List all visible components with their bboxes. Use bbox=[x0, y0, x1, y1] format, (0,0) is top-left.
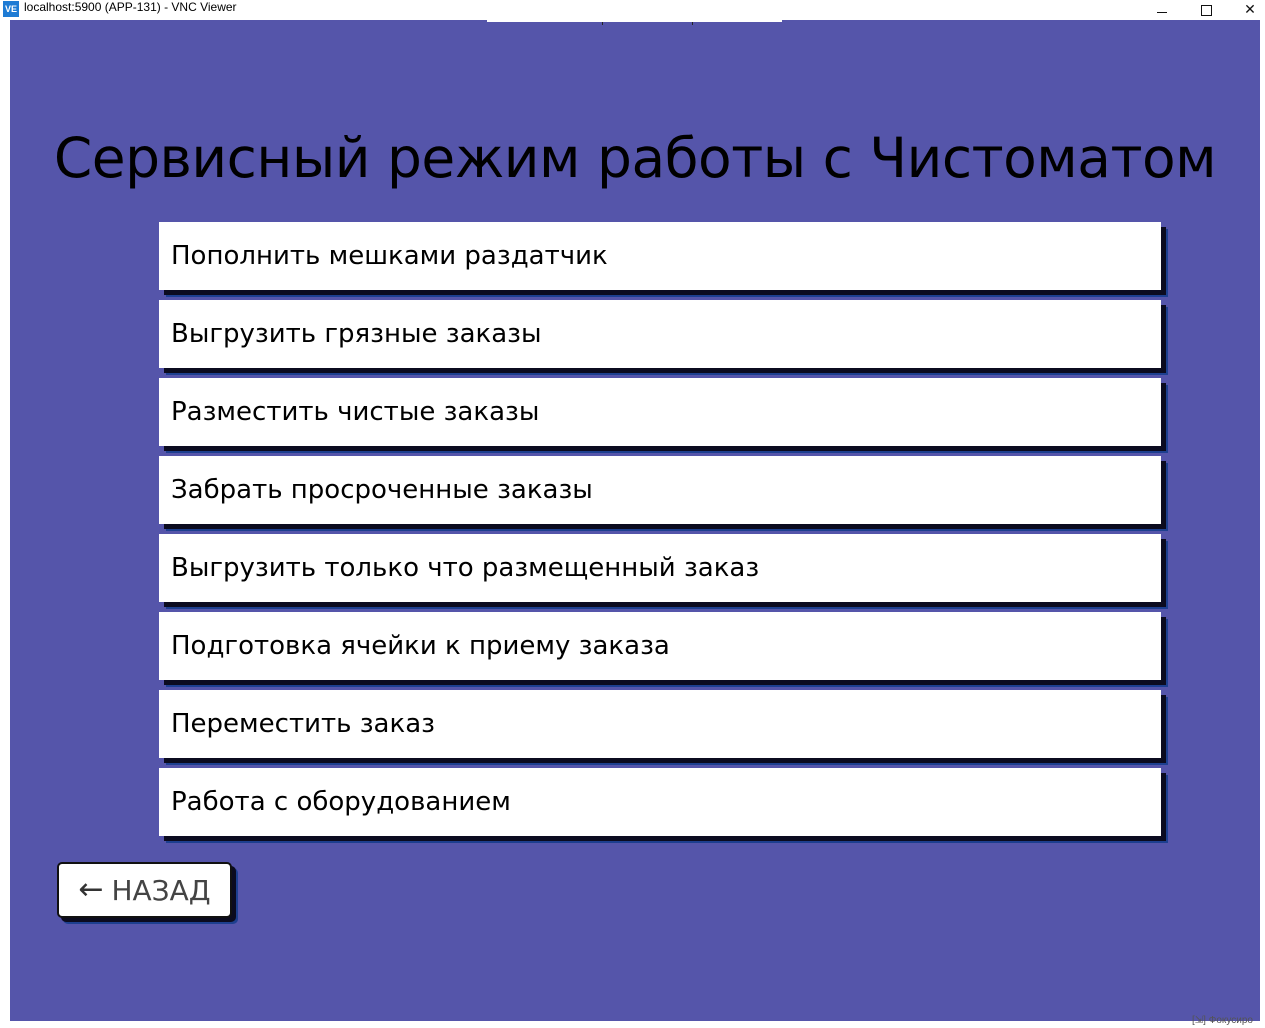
back-button-label: НАЗАД bbox=[111, 873, 211, 907]
page-title: Сервисный режим работы с Чистоматом bbox=[53, 126, 1217, 190]
back-button[interactable]: ← НАЗАД bbox=[57, 862, 232, 918]
menu-item-unload-just-placed[interactable]: Выгрузить только что размещенный заказ bbox=[159, 534, 1161, 602]
menu-item-label: Переместить заказ bbox=[171, 709, 435, 739]
vnc-app-icon: VE bbox=[3, 1, 19, 17]
menu-item-equipment[interactable]: Работа с оборудованием bbox=[159, 768, 1161, 836]
focus-hint: [⇲] Фокусиро bbox=[1192, 1015, 1253, 1026]
menu-item-refill-bags[interactable]: Пополнить мешками раздатчик bbox=[159, 222, 1161, 290]
menu-item-label: Забрать просроченные заказы bbox=[171, 475, 593, 505]
top-strip bbox=[487, 20, 782, 22]
menu-item-label: Подготовка ячейки к приему заказа bbox=[171, 631, 670, 661]
window-left-border bbox=[0, 20, 10, 1021]
menu-item-collect-expired[interactable]: Забрать просроченные заказы bbox=[159, 456, 1161, 524]
maximize-icon bbox=[1200, 4, 1212, 16]
menu-item-label: Пополнить мешками раздатчик bbox=[171, 241, 608, 271]
close-icon: ✕ bbox=[1244, 2, 1256, 18]
window-titlebar: VE localhost:5900 (APP-131) - VNC Viewer… bbox=[0, 0, 1265, 20]
strip-tick bbox=[692, 22, 693, 25]
close-button[interactable]: ✕ bbox=[1228, 0, 1265, 20]
menu-item-unload-dirty[interactable]: Выгрузить грязные заказы bbox=[159, 300, 1161, 368]
strip-tick bbox=[602, 22, 603, 25]
remote-screen: Сервисный режим работы с Чистоматом Попо… bbox=[10, 20, 1260, 1021]
menu-item-place-clean[interactable]: Разместить чистые заказы bbox=[159, 378, 1161, 446]
menu-item-label: Выгрузить только что размещенный заказ bbox=[171, 553, 760, 583]
menu-item-label: Разместить чистые заказы bbox=[171, 397, 540, 427]
service-menu: Пополнить мешками раздатчик Выгрузить гр… bbox=[159, 222, 1161, 846]
minimize-button[interactable] bbox=[1140, 0, 1184, 20]
window-bottom-border bbox=[0, 1021, 1265, 1028]
menu-item-move-order[interactable]: Переместить заказ bbox=[159, 690, 1161, 758]
menu-item-label: Работа с оборудованием bbox=[171, 787, 511, 817]
menu-item-prepare-cell[interactable]: Подготовка ячейки к приему заказа bbox=[159, 612, 1161, 680]
menu-item-label: Выгрузить грязные заказы bbox=[171, 319, 542, 349]
window-right-border bbox=[1260, 20, 1265, 1028]
arrow-left-icon: ← bbox=[78, 872, 104, 907]
minimize-icon bbox=[1157, 11, 1167, 13]
maximize-button[interactable] bbox=[1184, 0, 1228, 20]
window-title: localhost:5900 (APP-131) - VNC Viewer bbox=[24, 0, 237, 14]
